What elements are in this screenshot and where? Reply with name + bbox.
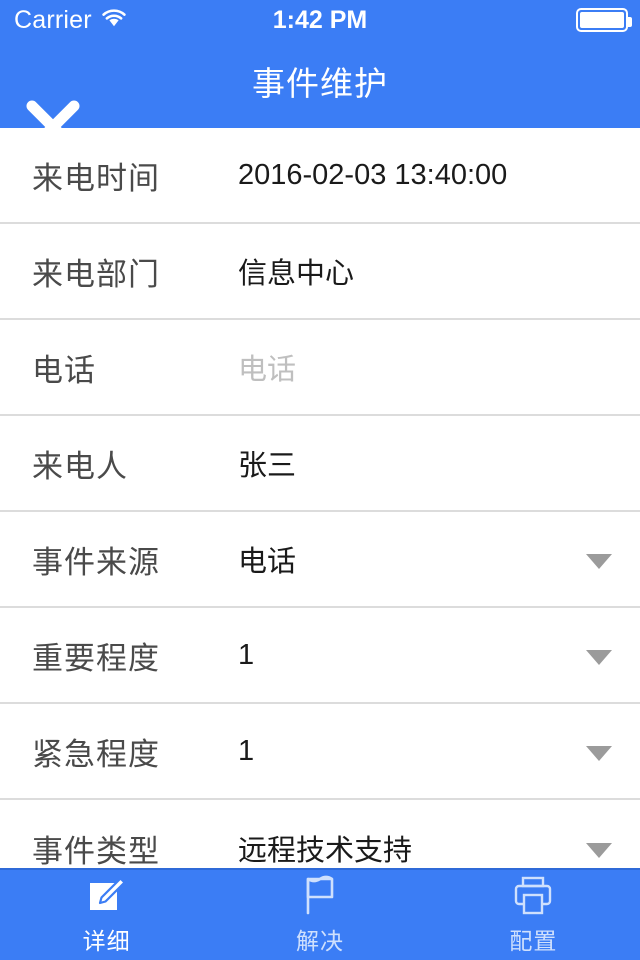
field-value: 电话 (238, 546, 297, 578)
status-bar-right (576, 0, 632, 40)
tab-bar: 详细 解决 配置 (0, 868, 640, 960)
field-label: 紧急程度 (32, 736, 160, 772)
field-label: 事件类型 (32, 833, 160, 869)
status-bar-clock: 1:42 PM (272, 6, 368, 34)
form-row-urgency[interactable]: 紧急程度 1 (0, 704, 640, 800)
incident-form: 来电时间 2016-02-03 13:40:00 来电部门 信息中心 电话 电话… (0, 128, 640, 868)
app-root: Carrier 1:42 PM 事件维护 来电时间 2016-02-03 13:… (0, 0, 640, 960)
field-label: 电话 (32, 352, 96, 388)
chevron-down-icon[interactable] (586, 843, 612, 858)
field-label: 来电部门 (32, 256, 160, 292)
caller-input[interactable]: 张三 (238, 442, 570, 484)
form-row-event-source[interactable]: 事件来源 电话 (0, 512, 640, 608)
form-row-importance[interactable]: 重要程度 1 (0, 608, 640, 704)
edit-square-icon (85, 874, 129, 918)
field-value: 1 (238, 638, 255, 671)
form-row-call-department[interactable]: 来电部门 信息中心 (0, 224, 640, 320)
status-bar: Carrier 1:42 PM (0, 0, 640, 40)
battery-icon (576, 8, 632, 32)
field-label: 重要程度 (32, 640, 160, 676)
tab-config[interactable]: 配置 (427, 869, 640, 960)
form-row-caller[interactable]: 来电人 张三 (0, 416, 640, 512)
chevron-down-icon[interactable] (586, 554, 612, 569)
field-value: 信息中心 (238, 258, 355, 290)
tab-resolve[interactable]: 解决 (213, 869, 426, 960)
field-label: 事件来源 (32, 544, 160, 580)
phone-input[interactable]: 电话 (238, 346, 570, 388)
tab-label: 配置 (509, 928, 558, 954)
form-row-event-type[interactable]: 事件类型 远程技术支持 (0, 800, 640, 868)
tab-label: 详细 (82, 928, 131, 954)
flag-icon (298, 874, 342, 918)
field-value: 2016-02-03 13:40:00 (238, 158, 508, 191)
printer-icon (511, 874, 555, 918)
tab-detail[interactable]: 详细 (0, 869, 213, 960)
battery-fill (580, 12, 624, 28)
field-label: 来电人 (32, 448, 128, 484)
tab-label: 解决 (295, 928, 344, 954)
page-title: 事件维护 (252, 65, 388, 102)
form-row-phone[interactable]: 电话 电话 (0, 320, 640, 416)
chevron-down-icon[interactable] (586, 746, 612, 761)
field-value: 远程技术支持 (238, 835, 413, 867)
chevron-down-icon[interactable] (586, 650, 612, 665)
field-value: 1 (238, 734, 255, 767)
battery-cap (628, 17, 632, 27)
field-label: 来电时间 (32, 160, 160, 196)
nav-bar: 事件维护 (0, 40, 640, 154)
form-row-call-time[interactable]: 来电时间 2016-02-03 13:40:00 (0, 128, 640, 224)
